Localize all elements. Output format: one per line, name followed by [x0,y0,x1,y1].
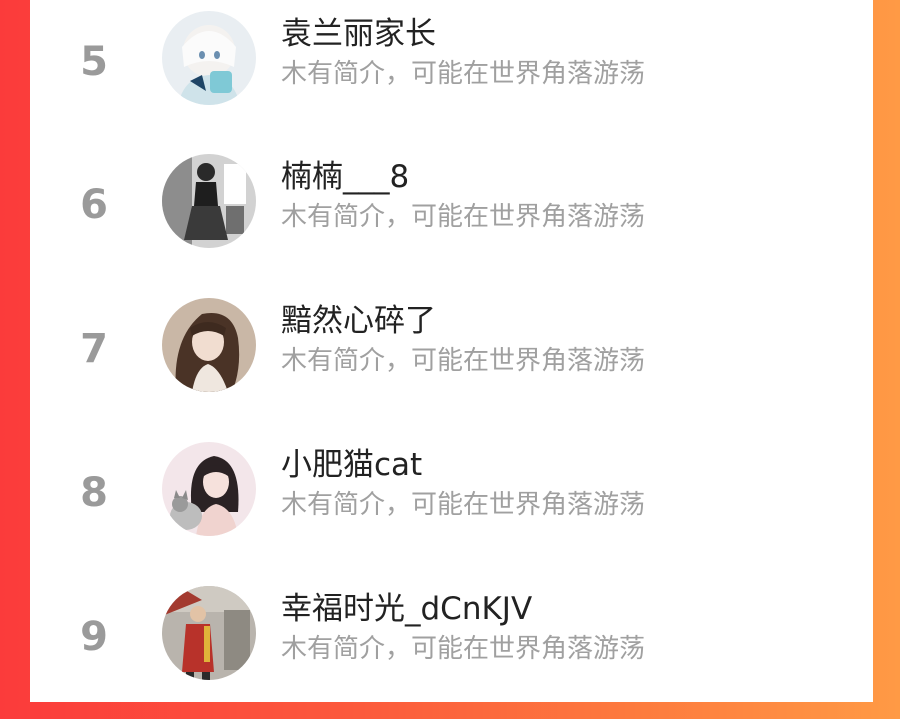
list-item[interactable]: 9 幸福时光_dCnKJV 木有简介，可能在世界角落游荡 [30,575,873,719]
user-name[interactable]: 黯然心碎了 [281,301,436,341]
user-bio: 木有简介，可能在世界角落游荡 [281,634,646,664]
user-name[interactable]: 袁兰丽家长 [281,14,436,54]
user-name[interactable]: 幸福时光_dCnKJV [281,589,532,629]
long-hair-girl-avatar-icon[interactable] [162,298,256,392]
user-bio: 木有简介，可能在世界角落游荡 [281,202,646,232]
list-item[interactable]: 8 小肥猫cat 木有简介，可能在世界角落游荡 [30,431,873,575]
grayscale-girl-avatar-icon[interactable] [162,154,256,248]
rank-number: 5 [80,39,108,85]
user-name[interactable]: 楠楠___8 [281,157,409,197]
rank-number: 7 [80,326,108,372]
rank-number: 8 [80,470,108,516]
rank-number: 6 [80,182,108,228]
anime-girl-avatar-icon[interactable] [162,11,256,105]
ranking-list-card: 5 袁兰丽家长 木有简介，可能在世界角落游荡 6 楠楠___8 木有简介，可能在… [30,0,873,702]
girl-with-cat-avatar-icon[interactable] [162,442,256,536]
rank-number: 9 [80,614,108,660]
list-item[interactable]: 7 黯然心碎了 木有简介，可能在世界角落游荡 [30,287,873,431]
user-bio: 木有简介，可能在世界角落游荡 [281,346,646,376]
elderly-woman-avatar-icon[interactable] [162,586,256,680]
user-name[interactable]: 小肥猫cat [281,445,422,485]
user-bio: 木有简介，可能在世界角落游荡 [281,490,646,520]
user-bio: 木有简介，可能在世界角落游荡 [281,59,646,89]
list-item[interactable]: 5 袁兰丽家长 木有简介，可能在世界角落游荡 [30,0,873,144]
list-item[interactable]: 6 楠楠___8 木有简介，可能在世界角落游荡 [30,143,873,287]
